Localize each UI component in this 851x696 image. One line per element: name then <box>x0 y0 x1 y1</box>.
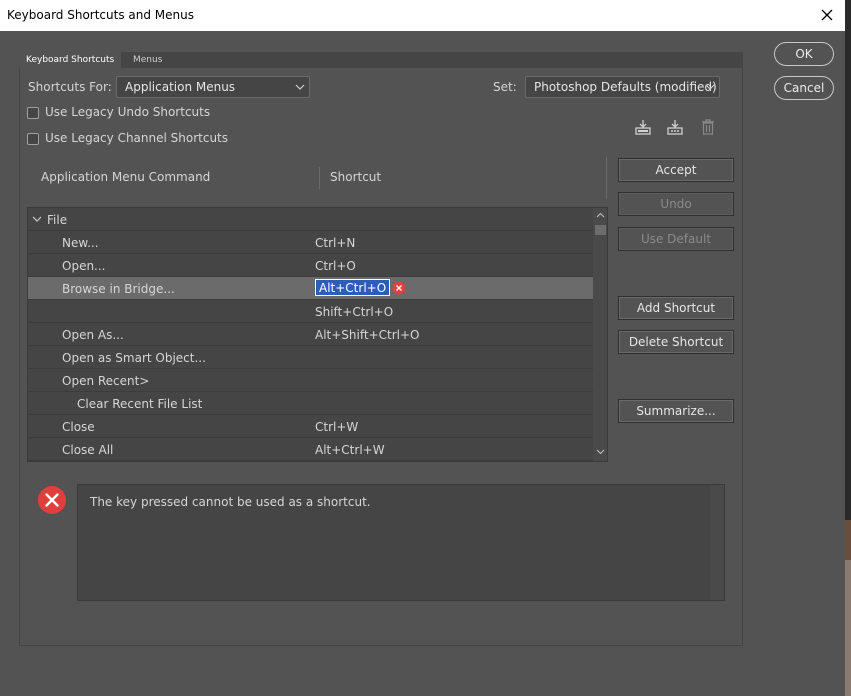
shortcuts-for-value: Application Menus <box>125 80 236 94</box>
command-label: New... <box>62 236 99 250</box>
scroll-down-icon[interactable] <box>596 449 605 455</box>
shortcut-value: Ctrl+W <box>315 420 359 434</box>
background-window-edge <box>845 0 851 696</box>
shortcut-list[interactable]: File New... Ctrl+N Open... Ctrl+O Browse… <box>27 207 608 462</box>
command-label: Open As... <box>62 328 124 342</box>
add-shortcut-button[interactable]: Add Shortcut <box>618 296 734 320</box>
command-label: Close All <box>62 443 114 457</box>
group-label: File <box>47 213 68 227</box>
message-scrollbar[interactable] <box>710 485 724 600</box>
tab-bar: Keyboard Shortcuts Menus <box>19 52 743 68</box>
table-row[interactable]: New... Ctrl+N <box>28 231 593 254</box>
command-label: Browse in Bridge... <box>62 282 175 296</box>
delete-shortcut-button[interactable]: Delete Shortcut <box>618 330 734 354</box>
scroll-thumb[interactable] <box>595 225 606 235</box>
legacy-channel-label: Use Legacy Channel Shortcuts <box>45 131 229 145</box>
table-row-selected[interactable]: Browse in Bridge... Alt+Ctrl+O <box>28 277 593 300</box>
legacy-undo-checkbox[interactable] <box>27 107 39 119</box>
ok-button[interactable]: OK <box>774 42 834 66</box>
tab-menus[interactable]: Menus <box>126 52 169 68</box>
shortcuts-for-label: Shortcuts For: <box>28 80 112 94</box>
legacy-undo-label: Use Legacy Undo Shortcuts <box>45 105 211 119</box>
shortcut-value: Shift+Ctrl+O <box>315 305 394 319</box>
legacy-channel-checkbox[interactable] <box>27 133 39 145</box>
delete-set-icon[interactable] <box>699 118 717 136</box>
shortcut-value: Alt+Shift+Ctrl+O <box>315 328 420 342</box>
set-label: Set: <box>493 80 517 94</box>
table-row[interactable]: Open... Ctrl+O <box>28 254 593 277</box>
table-row[interactable]: Open Recent> <box>28 369 593 392</box>
shortcuts-for-select[interactable]: Application Menus <box>116 76 310 98</box>
shortcut-column-header[interactable]: Shortcut <box>330 170 381 184</box>
table-row[interactable]: Open As... Alt+Shift+Ctrl+O <box>28 323 593 346</box>
command-column-header[interactable]: Application Menu Command <box>41 170 210 184</box>
save-set-icon[interactable] <box>634 118 652 136</box>
shortcut-value: Ctrl+N <box>315 236 356 250</box>
command-label: Open... <box>62 259 106 273</box>
list-scrollbar[interactable] <box>593 208 607 461</box>
summarize-button[interactable]: Summarize... <box>618 399 734 423</box>
command-label: Open Recent> <box>62 374 150 388</box>
set-value: Photoshop Defaults (modified) <box>534 80 717 94</box>
table-row[interactable]: Shift+Ctrl+O <box>28 300 593 323</box>
shortcut-value: Ctrl+O <box>315 259 356 273</box>
column-divider <box>319 167 320 189</box>
cancel-button[interactable]: Cancel <box>774 76 834 100</box>
command-label: Clear Recent File List <box>77 397 203 411</box>
error-icon <box>38 486 66 514</box>
message-box: The key pressed cannot be used as a shor… <box>77 484 725 601</box>
shortcut-edit-field[interactable]: Alt+Ctrl+O <box>315 279 391 296</box>
chevron-down-icon <box>295 84 305 90</box>
scroll-up-icon[interactable] <box>596 212 605 218</box>
table-row[interactable]: Clear Recent File List <box>28 392 593 415</box>
error-message: The key pressed cannot be used as a shor… <box>90 495 371 509</box>
shortcut-value: Alt+Ctrl+W <box>315 443 385 457</box>
remove-shortcut-icon[interactable] <box>392 281 406 295</box>
command-label: Open as Smart Object... <box>62 351 206 365</box>
table-row[interactable]: Open as Smart Object... <box>28 346 593 369</box>
tab-keyboard-shortcuts[interactable]: Keyboard Shortcuts <box>19 52 122 68</box>
use-default-button[interactable]: Use Default <box>618 227 734 251</box>
command-label: Close <box>62 420 95 434</box>
table-row[interactable]: Close All Alt+Ctrl+W <box>28 438 593 461</box>
chevron-down-icon[interactable] <box>32 215 42 223</box>
accept-button[interactable]: Accept <box>618 158 734 182</box>
undo-button[interactable]: Undo <box>618 192 734 216</box>
set-select[interactable]: Photoshop Defaults (modified) <box>525 76 720 98</box>
header-divider <box>606 157 607 199</box>
group-row-file[interactable]: File <box>28 208 593 231</box>
column-header: Application Menu Command Shortcut <box>27 157 608 207</box>
table-row[interactable]: Close Ctrl+W <box>28 415 593 438</box>
chevron-down-icon <box>705 84 715 90</box>
save-set-as-icon[interactable] <box>666 118 684 136</box>
window-title: Keyboard Shortcuts and Menus <box>7 8 194 22</box>
close-icon[interactable] <box>815 3 839 27</box>
title-bar: Keyboard Shortcuts and Menus <box>0 0 845 31</box>
